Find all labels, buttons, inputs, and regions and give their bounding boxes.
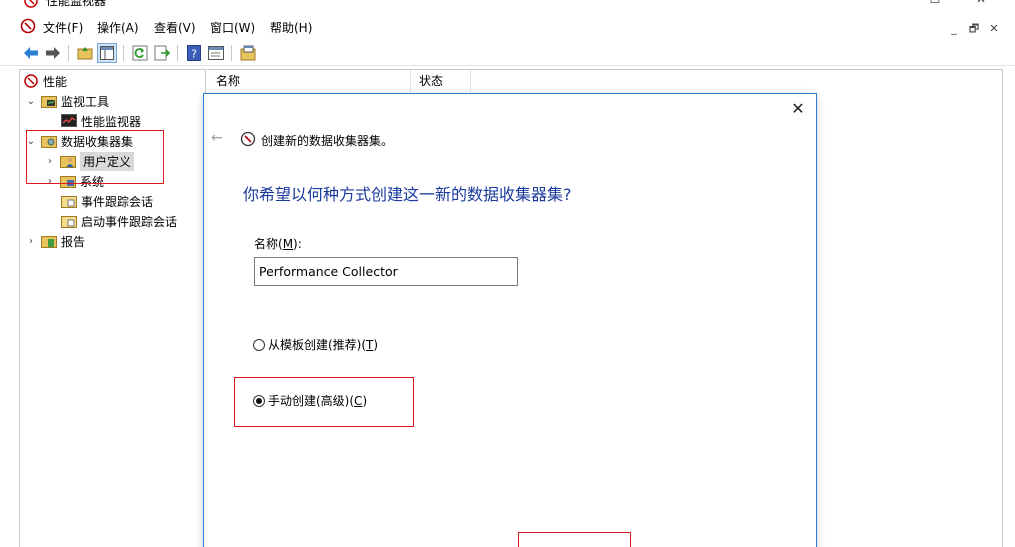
menu-window[interactable]: 窗口(W)	[210, 19, 255, 36]
annotation-box-manual-option	[234, 377, 414, 427]
tree-item-event-trace-sessions[interactable]: 事件跟踪会话	[61, 191, 153, 211]
menu-view[interactable]: 查看(V)	[154, 19, 196, 36]
dialog-close-button[interactable]: ✕	[788, 99, 808, 119]
back-arrow-icon[interactable]	[21, 43, 41, 63]
menu-help[interactable]: 帮助(H)	[270, 19, 312, 36]
menu-bar: 文件(F) 操作(A) 查看(V) 窗口(W) 帮助(H)	[0, 16, 1015, 38]
properties-icon[interactable]	[206, 43, 226, 63]
name-field-label: 名称(M):	[254, 237, 302, 251]
name-input[interactable]	[254, 257, 518, 286]
toolbar: ?	[0, 40, 1015, 66]
create-collector-set-dialog: ✕ ← 创建新的数据收集器集。 你希望以何种方式创建这一新的数据收集器集? 名称…	[203, 93, 817, 547]
tree-item-reports[interactable]: › 报告	[25, 231, 85, 251]
tree-label: 监视工具	[61, 94, 110, 109]
window-titlebar: 性能监视器 — ☐ ✕	[0, 0, 1015, 10]
option-label: 从模板创建(推荐)(T)	[268, 338, 379, 352]
annotation-box-collector-sets	[26, 130, 164, 184]
wizard-header: 创建新的数据收集器集。	[261, 134, 394, 148]
perfmon-app-icon	[24, 0, 38, 10]
maximize-button[interactable]: ☐	[912, 0, 958, 6]
annotation-box-next-button	[518, 532, 631, 547]
folder-trace-icon	[61, 193, 77, 209]
chart-monitor-icon	[61, 113, 77, 129]
chevron-down-icon[interactable]: ⌄	[25, 96, 37, 107]
tree-label: 启动事件跟踪会话	[81, 214, 178, 229]
menu-action[interactable]: 操作(A)	[97, 19, 139, 36]
column-header-name[interactable]: 名称	[207, 70, 240, 92]
tree-label: 事件跟踪会话	[81, 194, 154, 209]
tree-item-monitoring-tools[interactable]: ⌄ 监视工具	[25, 91, 109, 111]
wizard-question: 你希望以何种方式创建这一新的数据收集器集?	[243, 185, 572, 204]
column-header-status[interactable]: 状态	[410, 70, 443, 92]
show-hide-tree-icon[interactable]	[97, 43, 117, 63]
folder-report-icon	[41, 233, 57, 249]
refresh-icon[interactable]	[130, 43, 150, 63]
close-window-button[interactable]: ✕	[958, 0, 1004, 6]
tree-label: 性能	[43, 74, 68, 89]
help-icon[interactable]: ?	[184, 43, 204, 63]
option-from-template[interactable]: 从模板创建(推荐)(T)	[253, 336, 378, 353]
mdi-minimize-button[interactable]: _	[945, 20, 963, 38]
radio-button[interactable]	[253, 338, 265, 351]
tree-label: 性能监视器	[81, 114, 142, 129]
back-arrow-icon[interactable]: ←	[211, 130, 227, 146]
perfmon-icon	[23, 73, 39, 89]
tree-label: 报告	[61, 234, 86, 249]
minimize-button[interactable]: —	[866, 0, 912, 6]
up-folder-icon[interactable]	[75, 43, 95, 63]
new-window-icon[interactable]	[238, 43, 258, 63]
system-menu-icon[interactable]	[20, 18, 36, 37]
forward-arrow-icon[interactable]	[43, 43, 63, 63]
export-list-icon[interactable]	[152, 43, 172, 63]
folder-trace-icon	[61, 213, 77, 229]
mdi-close-button[interactable]: ✕	[985, 20, 1003, 38]
mdi-restore-button[interactable]: 🗗	[965, 20, 983, 38]
window-title: 性能监视器	[46, 0, 107, 8]
menu-file[interactable]: 文件(F)	[43, 19, 83, 36]
tree-item-startup-event-trace[interactable]: 启动事件跟踪会话	[61, 211, 177, 231]
chevron-right-icon[interactable]: ›	[25, 236, 37, 247]
folder-chart-icon	[41, 93, 57, 109]
tree-item-performance-monitor[interactable]: 性能监视器	[61, 111, 141, 131]
perfmon-icon	[240, 131, 256, 150]
tree-item-performance[interactable]: 性能	[23, 71, 67, 91]
svg-text:?: ?	[191, 48, 197, 61]
